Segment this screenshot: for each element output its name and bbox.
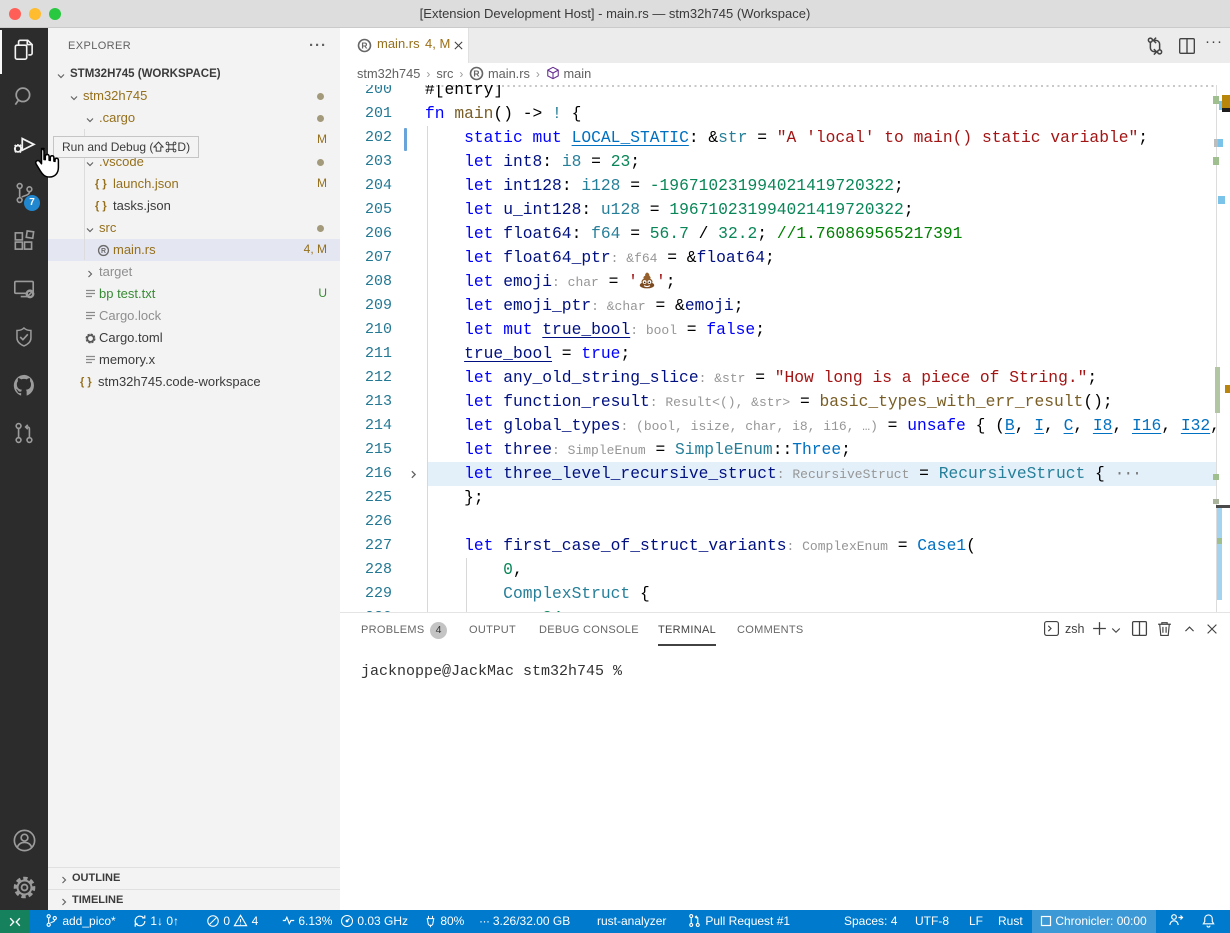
svg-text:R: R [474,69,480,79]
svg-text:R: R [101,248,106,255]
svg-text:R: R [361,41,367,51]
